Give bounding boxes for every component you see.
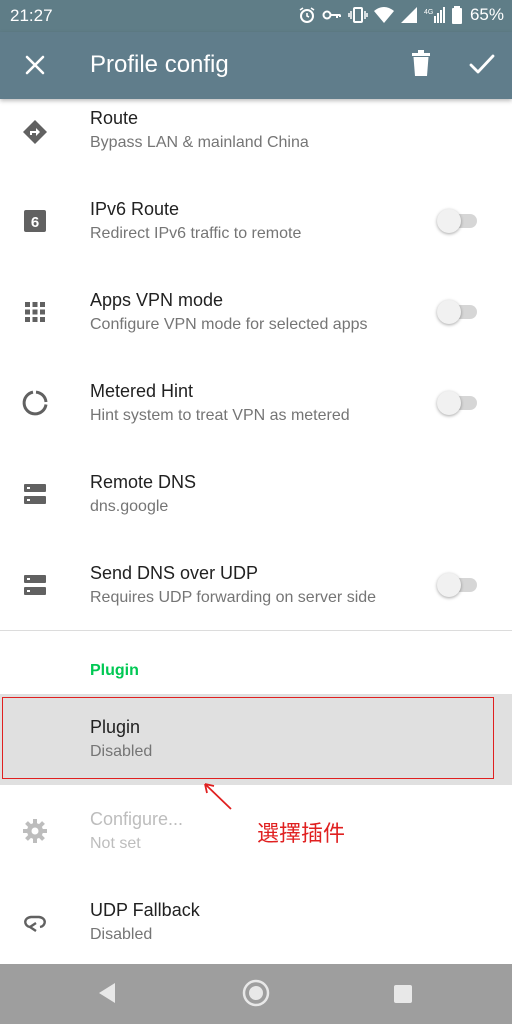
configure-title: Configure...	[90, 809, 184, 829]
ipv6-icon: 6	[22, 208, 48, 234]
route-preference[interactable]: Route Bypass LAN & mainland China	[0, 99, 512, 190]
apps-vpn-mode-title: Apps VPN mode	[90, 290, 224, 310]
svg-text:4G: 4G	[424, 9, 433, 16]
apps-vpn-mode-summary: Configure VPN mode for selected apps	[90, 316, 368, 333]
vibrate-icon	[348, 7, 368, 23]
navigation-bar	[0, 964, 512, 1024]
apps-grid-icon	[22, 299, 48, 325]
data-usage-icon	[22, 390, 48, 416]
back-icon[interactable]	[96, 980, 118, 1006]
configure-plugin-preference: Configure... Not set	[0, 800, 512, 891]
udp-fallback-summary: Disabled	[90, 926, 153, 943]
battery-percent: 65%	[469, 5, 504, 24]
delete-icon[interactable]	[410, 50, 432, 78]
directions-icon	[22, 119, 48, 145]
app-bar: Profile config	[0, 32, 512, 99]
check-icon[interactable]	[468, 50, 496, 78]
wifi-icon	[373, 7, 394, 23]
dns-icon	[22, 481, 48, 507]
fallback-loop-icon	[22, 909, 48, 935]
metered-hint-switch[interactable]	[437, 391, 479, 415]
settings-gear-icon	[22, 818, 48, 844]
ipv6-route-switch[interactable]	[437, 209, 479, 233]
send-dns-over-udp-title: Send DNS over UDP	[90, 563, 259, 583]
status-icons: 4G 65%	[298, 5, 504, 25]
metered-hint-summary: Hint system to treat VPN as metered	[90, 407, 350, 424]
udp-fallback-title: UDP Fallback	[90, 900, 200, 920]
alarm-icon	[299, 7, 315, 23]
plugin-preference[interactable]: Plugin Disabled	[0, 694, 512, 785]
vpn-key-icon	[322, 10, 341, 20]
battery-icon	[451, 6, 462, 24]
lte-signal-icon: 4G	[424, 7, 445, 23]
section-divider	[0, 630, 512, 631]
route-summary: Bypass LAN & mainland China	[90, 134, 309, 151]
page-title: Profile config	[90, 51, 229, 78]
configure-summary: Not set	[90, 835, 141, 852]
remote-dns-preference[interactable]: Remote DNS dns.google	[0, 463, 512, 554]
send-dns-over-udp-switch[interactable]	[437, 573, 479, 597]
metered-hint-preference[interactable]: Metered Hint Hint system to treat VPN as…	[0, 372, 512, 463]
status-time: 21:27	[10, 6, 53, 25]
dns-udp-icon	[22, 572, 48, 598]
apps-vpn-mode-switch[interactable]	[437, 300, 479, 324]
remote-dns-title: Remote DNS	[90, 472, 197, 492]
apps-vpn-mode-preference[interactable]: Apps VPN mode Configure VPN mode for sel…	[0, 281, 512, 372]
ipv6-route-title: IPv6 Route	[90, 199, 180, 219]
ipv6-route-preference[interactable]: 6 IPv6 Route Redirect IPv6 traffic to re…	[0, 190, 512, 281]
svg-text:6: 6	[31, 214, 39, 231]
metered-hint-title: Metered Hint	[90, 381, 194, 401]
plugin-title: Plugin	[90, 717, 141, 737]
route-title: Route	[90, 108, 139, 128]
status-bar: 21:27 4G 65%	[0, 0, 512, 32]
plugin-summary: Disabled	[90, 743, 153, 760]
plugin-category-header: Plugin	[90, 662, 139, 679]
ipv6-route-summary: Redirect IPv6 traffic to remote	[90, 225, 302, 242]
remote-dns-summary: dns.google	[90, 498, 169, 515]
signal-icon	[400, 7, 417, 23]
home-icon[interactable]	[241, 978, 271, 1008]
send-dns-over-udp-preference[interactable]: Send DNS over UDP Requires UDP forwardin…	[0, 554, 512, 645]
close-icon[interactable]	[22, 52, 48, 78]
send-dns-over-udp-summary: Requires UDP forwarding on server side	[90, 589, 377, 606]
recents-icon[interactable]	[393, 984, 413, 1004]
